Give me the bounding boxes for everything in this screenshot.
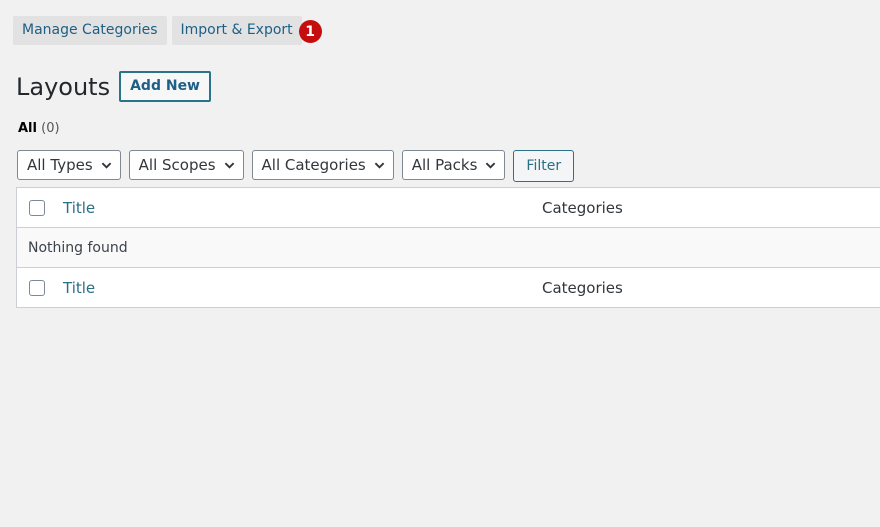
filter-bar: All Types All Scopes All Categories All …	[17, 150, 575, 182]
page-header: Layouts Add New	[16, 71, 211, 102]
packs-select-value: All Packs	[411, 156, 478, 174]
chevron-down-icon	[224, 162, 234, 169]
categories-select[interactable]: All Categories	[251, 150, 394, 180]
categories-column-footer: Categories	[542, 278, 623, 297]
view-all-count: (0)	[41, 121, 60, 136]
select-all-checkbox-footer[interactable]	[29, 279, 45, 296]
page-title: Layouts	[16, 72, 111, 101]
empty-message: Nothing found	[28, 239, 128, 256]
title-column-footer[interactable]: Title	[63, 279, 95, 297]
table-footer-row: Title Categories	[17, 267, 880, 307]
chevron-down-icon	[486, 162, 496, 169]
scopes-select[interactable]: All Scopes	[128, 150, 244, 180]
manage-categories-button[interactable]: Manage Categories	[13, 16, 167, 45]
import-export-button[interactable]: Import & Export	[171, 16, 302, 45]
add-new-button[interactable]: Add New	[119, 71, 211, 102]
view-filters: All (0)	[18, 121, 60, 136]
types-select[interactable]: All Types	[17, 150, 121, 180]
types-select-value: All Types	[27, 156, 93, 174]
table-empty-row: Nothing found	[17, 227, 880, 267]
scopes-select-value: All Scopes	[138, 156, 216, 174]
layouts-table: Title Categories Nothing found Title Cat…	[16, 187, 880, 308]
table-header-row: Title Categories	[17, 188, 880, 227]
select-all-checkbox[interactable]	[29, 199, 45, 216]
chevron-down-icon	[374, 162, 385, 169]
view-all-link[interactable]: All	[18, 121, 37, 136]
step-badge: 1	[298, 20, 322, 43]
categories-column-header: Categories	[542, 198, 623, 217]
filter-button[interactable]: Filter	[513, 150, 575, 182]
categories-select-value: All Categories	[261, 156, 366, 174]
packs-select[interactable]: All Packs	[401, 150, 506, 180]
top-navigation: Manage Categories Import & Export 1	[13, 16, 322, 45]
chevron-down-icon	[101, 162, 111, 169]
title-column-header[interactable]: Title	[63, 199, 95, 217]
